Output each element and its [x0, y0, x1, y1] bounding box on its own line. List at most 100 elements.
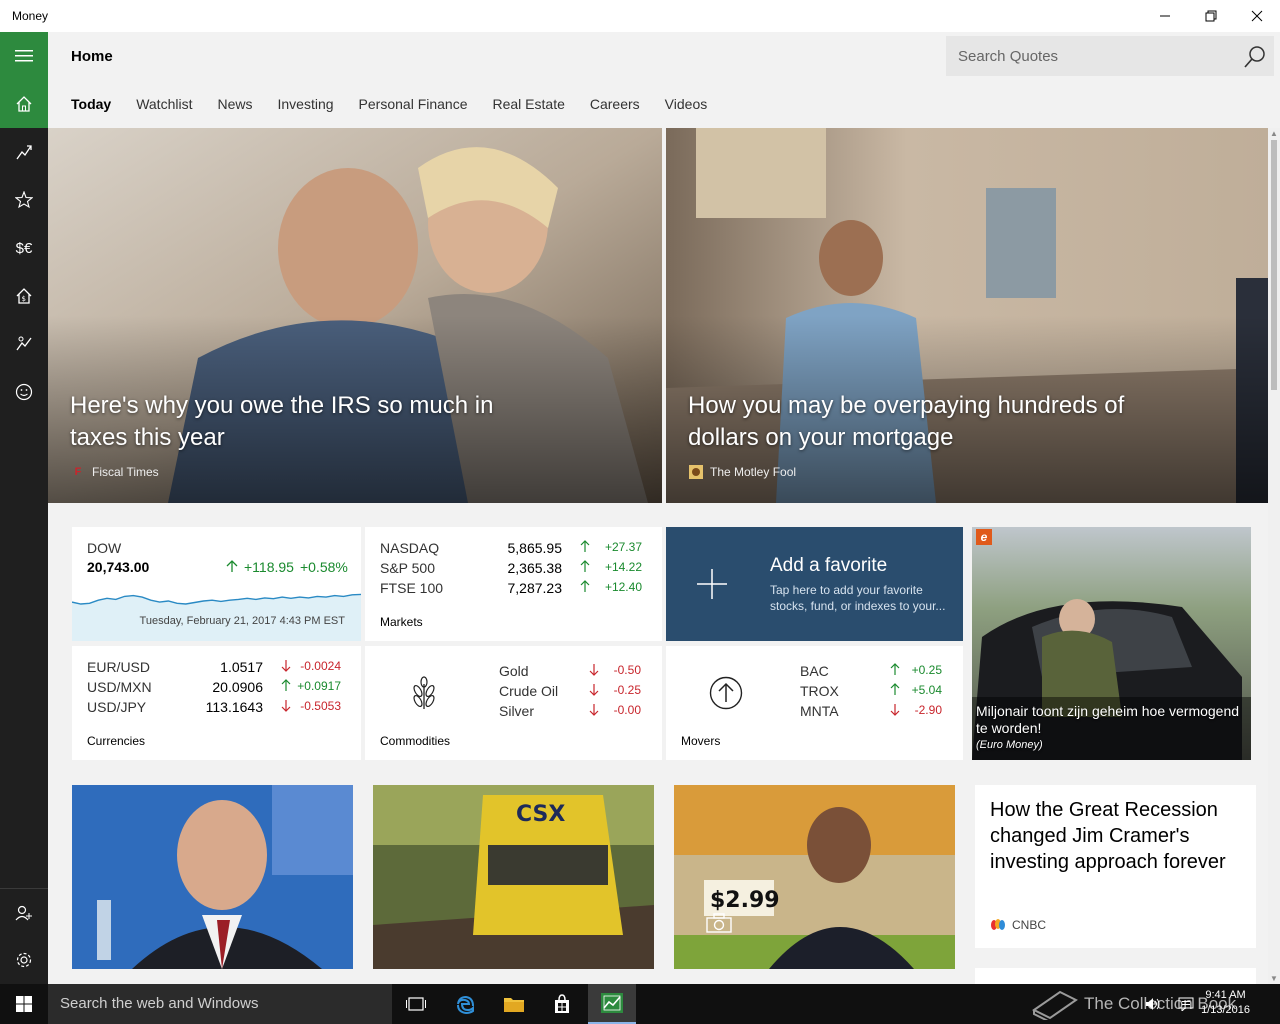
- svg-text:$: $: [22, 295, 26, 303]
- commodity-change-value: -0.25: [613, 683, 641, 697]
- market-change: +14.22: [580, 560, 642, 574]
- commodity-change: -0.50: [589, 663, 641, 677]
- tab-careers[interactable]: Careers: [590, 96, 640, 112]
- nav-currencies-button[interactable]: $€: [0, 224, 48, 272]
- close-button[interactable]: [1234, 0, 1280, 32]
- market-change: +12.40: [580, 580, 642, 594]
- arrow-down-icon: [589, 704, 599, 716]
- vertical-scrollbar[interactable]: ▲ ▼: [1268, 128, 1280, 984]
- add-favorite-tile[interactable]: Add a favorite Tap here to add your favo…: [666, 527, 963, 641]
- tab-watchlist[interactable]: Watchlist: [136, 96, 192, 112]
- mover-symbol: TROX: [800, 683, 839, 699]
- story-tile-cramer[interactable]: How the Great Recession changed Jim Cram…: [975, 785, 1256, 948]
- nav-markets-button[interactable]: [0, 128, 48, 176]
- camera-icon: [706, 913, 732, 933]
- hero-source-name: The Motley Fool: [710, 465, 797, 479]
- story-tile-obama[interactable]: $2.99: [674, 785, 955, 969]
- search-icon: [1244, 46, 1265, 68]
- nav-mortgage-button[interactable]: $: [0, 272, 48, 320]
- markets-list: NASDAQ 5,865.95 +27.37 S&P 500 2,365.38 …: [380, 540, 650, 600]
- arrow-down-icon: [589, 664, 599, 676]
- notification-icon: [1178, 997, 1194, 1011]
- calculator-trend-icon: [16, 336, 32, 351]
- store-bag-icon: [555, 994, 569, 1013]
- story-tile-putin[interactable]: [72, 785, 353, 969]
- movers-tile[interactable]: BAC +0.25 TROX +5.04 MNTA -2.90 Movers: [666, 646, 963, 760]
- side-story-tile[interactable]: e Miljonair toont zijn geheim hoe vermog…: [972, 527, 1251, 760]
- nav-home-button[interactable]: [0, 80, 48, 128]
- arrow-up-icon: [890, 663, 900, 675]
- story-tile-train[interactable]: CSX: [373, 785, 654, 969]
- title-bar: Money: [0, 0, 1280, 32]
- tab-news[interactable]: News: [217, 96, 252, 112]
- file-explorer-button[interactable]: [490, 984, 538, 1024]
- star-list-icon: [15, 191, 33, 209]
- edge-browser-button[interactable]: [442, 984, 490, 1024]
- nav-watchlist-button[interactable]: [0, 176, 48, 224]
- commodities-tile[interactable]: Gold -0.50 Crude Oil -0.25 Silver -0.00 …: [365, 646, 662, 760]
- mover-symbol: BAC: [800, 663, 829, 679]
- wheat-icon: [413, 676, 435, 709]
- nav-feedback-button[interactable]: [0, 368, 48, 416]
- scroll-up-arrow-icon[interactable]: ▲: [1270, 129, 1278, 138]
- task-view-button[interactable]: [392, 984, 440, 1024]
- minimize-button[interactable]: [1142, 0, 1188, 32]
- nav-settings-button[interactable]: [0, 936, 48, 984]
- arrow-down-icon: [281, 660, 291, 672]
- start-button[interactable]: [0, 984, 48, 1024]
- currencies-list: EUR/USD 1.0517 -0.0024 USD/MXN 20.0906 +…: [87, 659, 347, 719]
- mover-symbol: MNTA: [800, 703, 839, 719]
- tab-today[interactable]: Today: [71, 96, 111, 112]
- action-center-button[interactable]: [1172, 984, 1200, 1024]
- market-value: 7,287.23: [507, 580, 563, 596]
- nav-calculator-button[interactable]: [0, 320, 48, 368]
- smiley-icon: [15, 383, 33, 401]
- cnbc-peacock-icon: [991, 919, 1005, 930]
- dow-tile[interactable]: DOW 20,743.00 +118.95 +0.58% Tuesday, Fe…: [72, 527, 361, 641]
- search-box: [946, 36, 1274, 76]
- currency-change: +0.0917: [281, 679, 341, 693]
- market-name: FTSE 100: [380, 580, 444, 596]
- market-value: 5,865.95: [507, 540, 563, 556]
- hero-story-irs[interactable]: Here's why you owe the IRS so much in ta…: [48, 128, 662, 503]
- arrow-up-icon: [890, 683, 900, 695]
- money-app-taskbar-button[interactable]: [588, 984, 636, 1024]
- markets-label: Markets: [380, 615, 423, 629]
- arrow-up-icon: [226, 560, 238, 572]
- nav-account-button[interactable]: [0, 888, 48, 936]
- hamburger-menu-button[interactable]: [0, 32, 48, 80]
- tab-personal-finance[interactable]: Personal Finance: [359, 96, 468, 112]
- side-story-caption: Miljonair toont zijn geheim hoe vermogen…: [976, 703, 1251, 754]
- side-story-headline: Miljonair toont zijn geheim hoe vermogen…: [976, 703, 1240, 736]
- mover-change-value: +0.25: [911, 663, 942, 677]
- restore-button[interactable]: [1188, 0, 1234, 32]
- arrow-down-icon: [890, 704, 900, 716]
- arrow-up-icon: [580, 540, 590, 552]
- mover-change: +5.04: [890, 683, 942, 697]
- taskbar-clock[interactable]: 9:41 AM 1/13/2016: [1201, 988, 1250, 1018]
- dow-change-value: +118.95: [244, 559, 294, 575]
- markets-tile[interactable]: NASDAQ 5,865.95 +27.37 S&P 500 2,365.38 …: [365, 527, 662, 641]
- tab-real-estate[interactable]: Real Estate: [493, 96, 565, 112]
- currencies-tile[interactable]: EUR/USD 1.0517 -0.0024 USD/MXN 20.0906 +…: [72, 646, 361, 760]
- currency-change: -0.5053: [281, 699, 341, 713]
- search-button[interactable]: [1242, 44, 1268, 70]
- store-button[interactable]: [538, 984, 586, 1024]
- taskbar-search-box[interactable]: Search the web and Windows: [48, 984, 392, 1024]
- dow-sparkline-chart: [72, 593, 361, 641]
- tab-investing[interactable]: Investing: [278, 96, 334, 112]
- hero-story-mortgage[interactable]: How you may be overpaying hundreds of do…: [666, 128, 1268, 503]
- scrollbar-thumb[interactable]: [1271, 140, 1277, 390]
- search-input[interactable]: [946, 36, 1236, 76]
- money-chart-icon: [601, 993, 623, 1013]
- dow-change-percent: +0.58%: [299, 559, 348, 575]
- movers-list: BAC +0.25 TROX +5.04 MNTA -2.90: [800, 663, 950, 723]
- story-image-market: $2.99: [674, 785, 955, 969]
- commodity-row: Silver -0.00: [499, 703, 649, 723]
- story-tile-next[interactable]: [975, 968, 1256, 984]
- tab-videos[interactable]: Videos: [665, 96, 708, 112]
- scroll-down-arrow-icon[interactable]: ▼: [1270, 974, 1278, 983]
- mover-change: -2.90: [890, 703, 942, 717]
- volume-button[interactable]: [1142, 984, 1164, 1024]
- market-name: NASDAQ: [380, 540, 440, 556]
